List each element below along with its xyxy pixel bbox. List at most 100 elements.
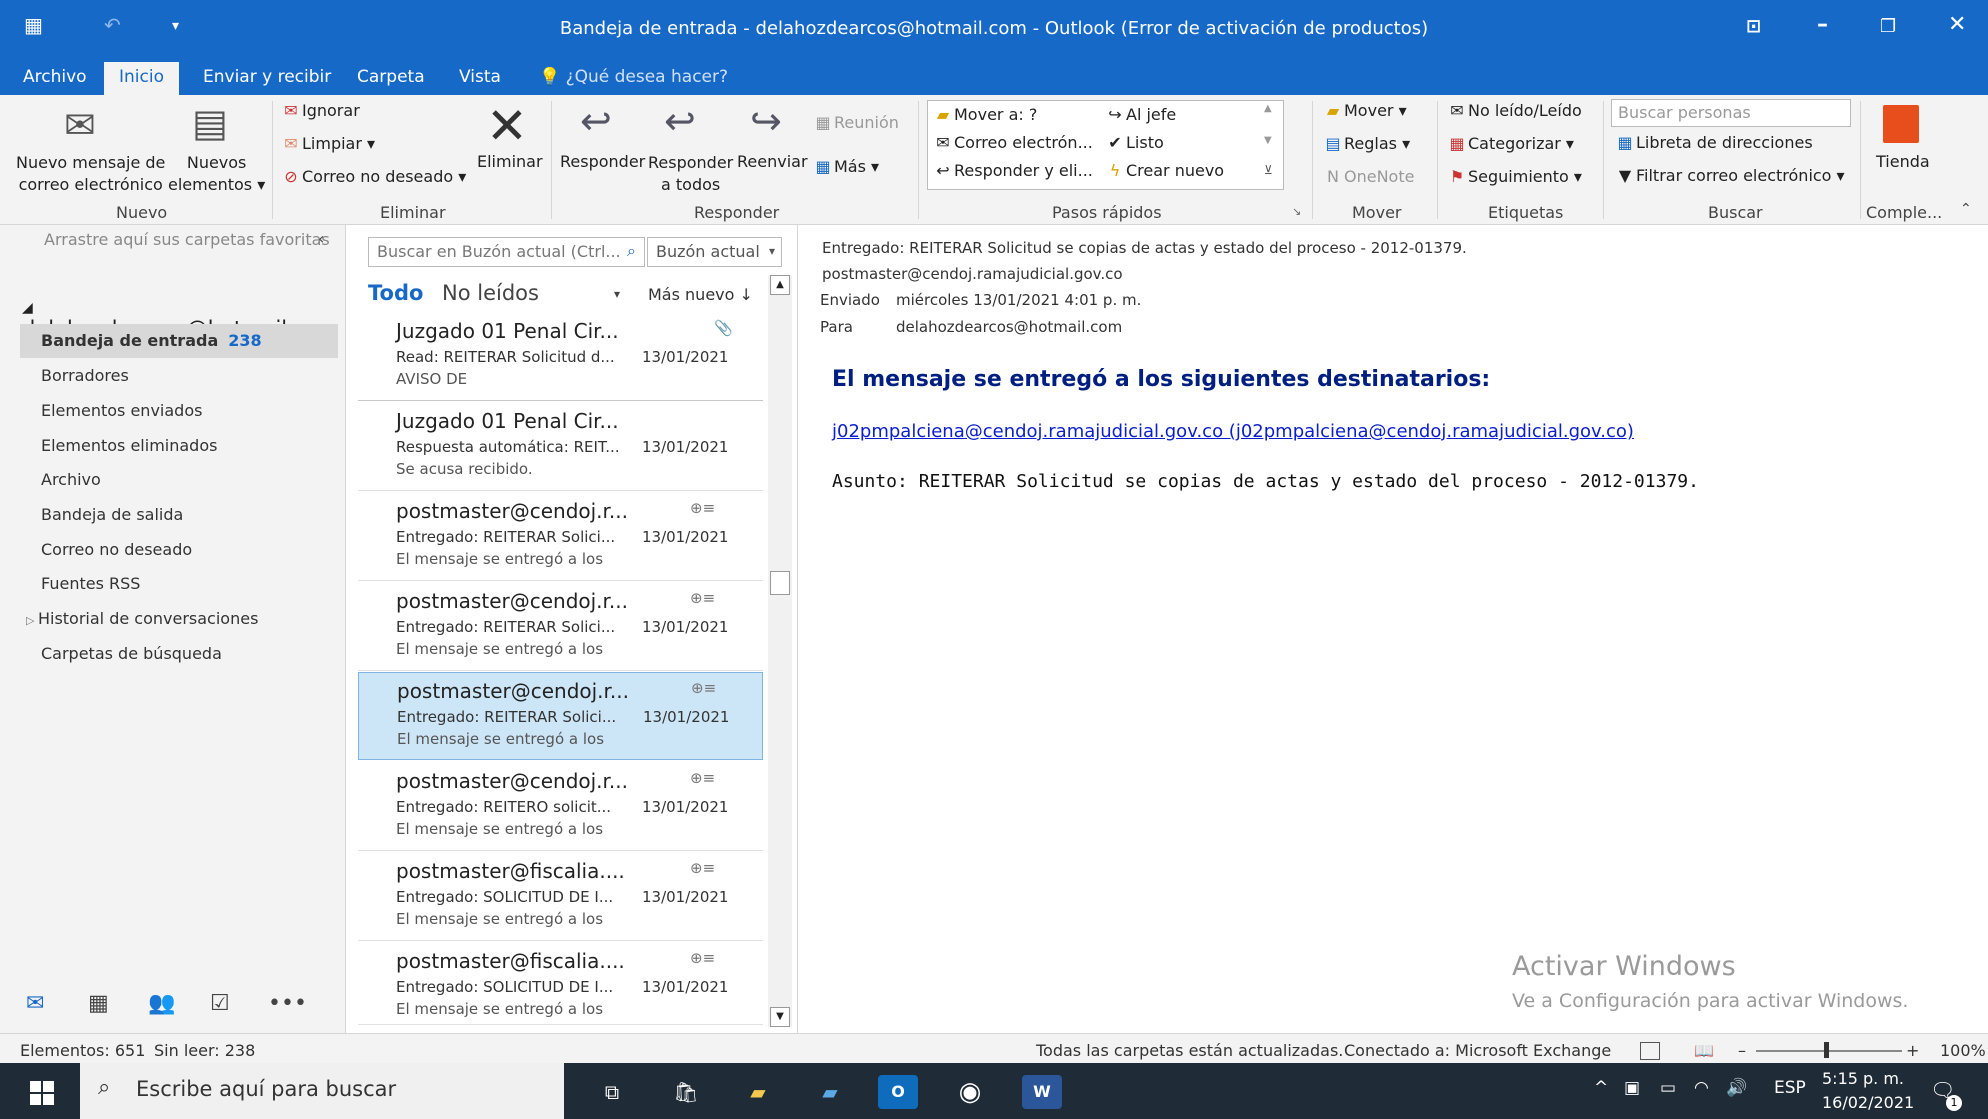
- forward-button[interactable]: Reenviar: [737, 152, 808, 171]
- collapse-pane-icon[interactable]: ‹: [318, 229, 324, 248]
- mail-icon[interactable]: ✉: [26, 991, 44, 1016]
- app-taskbar-icon[interactable]: ▰: [810, 1075, 850, 1109]
- folder-drafts[interactable]: Borradores: [41, 366, 129, 385]
- tab-inicio[interactable]: Inicio: [104, 62, 179, 95]
- task-view-icon[interactable]: ⧉: [592, 1075, 632, 1109]
- gallery-scroll-up[interactable]: ▲: [1264, 103, 1272, 114]
- language-indicator[interactable]: ESP: [1774, 1078, 1806, 1098]
- tray-app-icon[interactable]: ▣: [1624, 1078, 1640, 1098]
- filter-unread[interactable]: No leídos: [442, 281, 539, 305]
- more-icon[interactable]: •••: [268, 991, 307, 1016]
- zoom-level[interactable]: 100%: [1940, 1041, 1986, 1060]
- message-item-selected[interactable]: postmaster@cendoj.r... ⊕≡ Entregado: REI…: [358, 672, 763, 760]
- ribbon-display-icon[interactable]: ⊡: [1746, 16, 1761, 37]
- collapse-ribbon-icon[interactable]: ⌃: [1960, 201, 1972, 217]
- zoom-in-icon[interactable]: +: [1906, 1041, 1919, 1060]
- folder-outbox[interactable]: Bandeja de salida: [41, 505, 183, 524]
- tray-chevron-icon[interactable]: ^: [1594, 1078, 1608, 1098]
- search-mailbox-input[interactable]: Buscar en Buzón actual (Ctrl... ⌕: [368, 237, 645, 267]
- normal-view-icon[interactable]: [1640, 1042, 1660, 1060]
- gallery-expand[interactable]: ⊻: [1264, 163, 1273, 177]
- tasks-icon[interactable]: ☑: [210, 991, 230, 1016]
- reading-view-icon[interactable]: 📖: [1694, 1041, 1714, 1060]
- message-item[interactable]: postmaster@cendoj.r... ⊕≡ Entregado: REI…: [358, 583, 763, 671]
- onenote-button[interactable]: N OneNote: [1322, 167, 1414, 186]
- outlook-taskbar-icon[interactable]: O: [878, 1075, 918, 1109]
- message-item[interactable]: postmaster@fiscalia.... ⊕≡ Entregado: SO…: [358, 943, 763, 1025]
- close-icon[interactable]: ✕: [1948, 12, 1966, 37]
- filter-email-button[interactable]: ▼ Filtrar correo electrónico ▾: [1614, 166, 1845, 185]
- quick-step-create[interactable]: ϟ Crear nuevo: [1104, 161, 1224, 180]
- tab-vista[interactable]: Vista: [444, 62, 516, 95]
- clock-date[interactable]: 16/02/2021: [1822, 1093, 1914, 1112]
- minimize-icon[interactable]: –: [1817, 12, 1828, 37]
- scroll-down-icon[interactable]: ▼: [770, 1007, 790, 1027]
- address-book-button[interactable]: ▦ Libreta de direcciones: [1614, 133, 1812, 152]
- categorize-button[interactable]: ▦ Categorizar ▾: [1446, 134, 1574, 153]
- recipient-link[interactable]: j02pmpalciena@cendoj.ramajudicial.gov.co…: [832, 421, 1634, 442]
- store-taskbar-icon[interactable]: 🛍: [666, 1075, 706, 1109]
- quick-step-reply-delete[interactable]: ↩ Responder y eli...: [932, 161, 1093, 180]
- word-icon[interactable]: W: [1022, 1075, 1062, 1109]
- more-respond-button[interactable]: ▦ Más ▾: [812, 157, 879, 176]
- email-sender[interactable]: postmaster@cendoj.ramajudicial.gov.co: [822, 265, 1123, 283]
- folder-junk[interactable]: Correo no deseado: [41, 540, 192, 559]
- folder-archive[interactable]: Archivo: [41, 470, 101, 489]
- zoom-slider-thumb[interactable]: [1824, 1042, 1829, 1058]
- move-button[interactable]: ▰ Mover ▾: [1322, 101, 1407, 120]
- quick-step-email[interactable]: ✉ Correo electrón...: [932, 133, 1093, 152]
- tab-archivo[interactable]: Archivo: [8, 62, 102, 95]
- sort-button[interactable]: Más nuevo ↓: [648, 285, 753, 304]
- gallery-scroll-down[interactable]: ▼: [1264, 135, 1272, 146]
- clock-time[interactable]: 5:15 p. m.: [1822, 1069, 1904, 1088]
- message-item[interactable]: postmaster@fiscalia.... ⊕≡ Entregado: SO…: [358, 853, 763, 941]
- meeting-button[interactable]: ▦ Reunión: [812, 113, 898, 132]
- filter-dropdown-icon[interactable]: ▾: [614, 287, 620, 301]
- file-explorer-icon[interactable]: ▰: [738, 1075, 778, 1109]
- tell-me-box[interactable]: 💡 ¿Qué desea hacer?: [524, 62, 743, 95]
- battery-icon[interactable]: ▭: [1660, 1078, 1676, 1098]
- people-icon[interactable]: 👥: [148, 991, 175, 1016]
- folder-conversation-history[interactable]: ▷ Historial de conversaciones: [26, 609, 258, 628]
- rules-button[interactable]: ▤ Reglas ▾: [1322, 134, 1410, 153]
- message-item[interactable]: Juzgado 01 Penal Cir... 📎 Read: REITERAR…: [358, 313, 763, 401]
- quick-step-boss[interactable]: ↪ Al jefe: [1104, 105, 1176, 124]
- cleanup-button[interactable]: ✉ Limpiar ▾: [280, 134, 375, 153]
- chrome-icon[interactable]: ◉: [950, 1075, 990, 1109]
- search-people-input[interactable]: Buscar personas: [1611, 99, 1851, 127]
- tab-carpeta[interactable]: Carpeta: [342, 62, 440, 95]
- store-button[interactable]: Tienda: [1876, 152, 1930, 171]
- ignore-button[interactable]: ✉ Ignorar: [280, 101, 359, 120]
- quick-step-done[interactable]: ✔ Listo: [1104, 133, 1163, 152]
- message-item[interactable]: Juzgado 01 Penal Cir... Respuesta automá…: [358, 403, 763, 491]
- junk-button[interactable]: ⊘ Correo no deseado ▾: [280, 167, 466, 186]
- folder-inbox[interactable]: Bandeja de entrada 238: [20, 324, 338, 358]
- reply-all-button[interactable]: Responder a todos: [648, 152, 733, 196]
- taskbar-search-box[interactable]: ⌕ Escribe aquí para buscar: [80, 1063, 564, 1119]
- folder-rss[interactable]: Fuentes RSS: [41, 574, 140, 593]
- new-mail-button[interactable]: Nuevo mensaje de correo electrónico: [16, 152, 165, 196]
- new-items-button[interactable]: Nuevos elementos ▾: [168, 152, 265, 196]
- zoom-slider[interactable]: [1756, 1050, 1902, 1052]
- tab-enviar-recibir[interactable]: Enviar y recibir: [188, 62, 346, 95]
- unread-read-button[interactable]: ✉ No leído/Leído: [1446, 101, 1581, 120]
- dialog-launcher-icon[interactable]: ↘: [1292, 205, 1301, 218]
- message-item[interactable]: postmaster@cendoj.r... ⊕≡ Entregado: REI…: [358, 763, 763, 851]
- delete-button[interactable]: Eliminar: [477, 152, 543, 171]
- restore-icon[interactable]: ❐: [1880, 16, 1896, 37]
- quick-step-move[interactable]: ▰ Mover a: ?: [932, 105, 1038, 124]
- wifi-icon[interactable]: ◠: [1694, 1078, 1709, 1098]
- scroll-up-icon[interactable]: ▲: [770, 275, 790, 295]
- folder-sent[interactable]: Elementos enviados: [41, 401, 202, 420]
- folder-deleted[interactable]: Elementos eliminados: [41, 436, 217, 455]
- filter-all[interactable]: Todo: [368, 281, 423, 305]
- message-item[interactable]: postmaster@cendoj.r... ⊕≡ Entregado: REI…: [358, 493, 763, 581]
- message-list-scrollbar[interactable]: ▲ ▼: [768, 275, 792, 1027]
- folder-search[interactable]: Carpetas de búsqueda: [41, 644, 222, 663]
- windows-start-icon[interactable]: [30, 1081, 54, 1105]
- reply-button[interactable]: Responder: [560, 152, 645, 171]
- search-scope-dropdown[interactable]: Buzón actual ▾: [647, 237, 782, 267]
- volume-icon[interactable]: 🔊: [1726, 1078, 1747, 1098]
- zoom-out-icon[interactable]: –: [1738, 1041, 1746, 1060]
- scroll-thumb[interactable]: [770, 571, 790, 595]
